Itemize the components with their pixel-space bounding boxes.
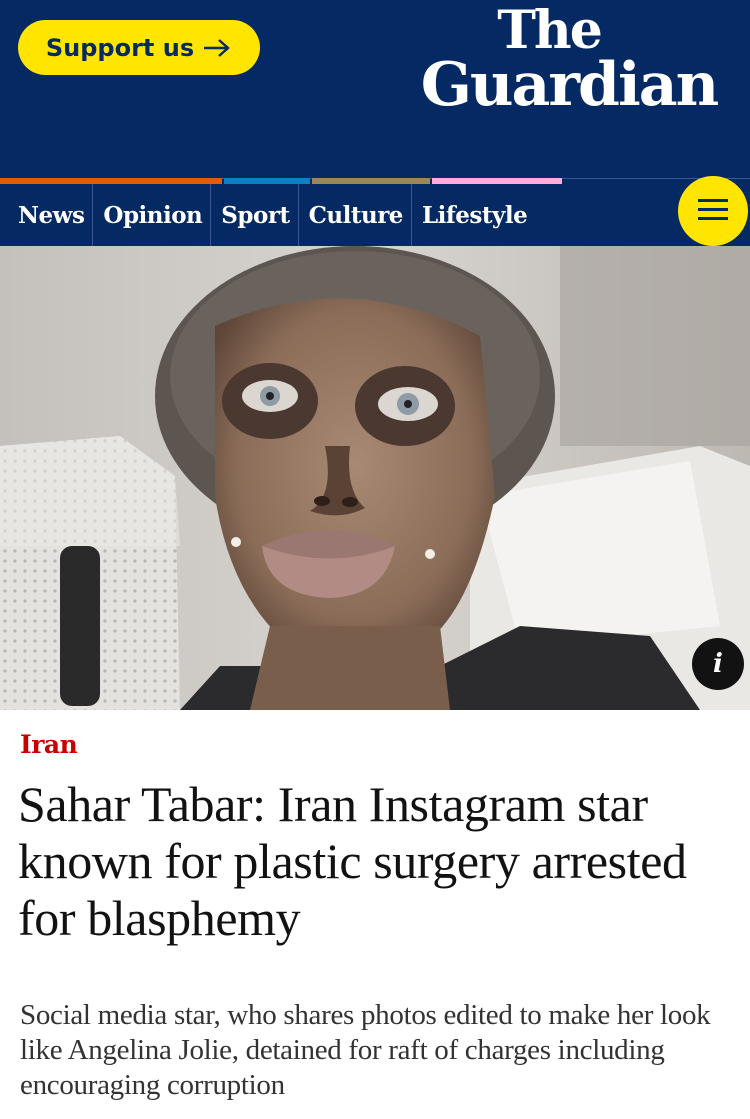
article-photo — [0, 246, 750, 710]
nav-item-lifestyle[interactable]: Lifestyle — [412, 184, 535, 246]
pillar-nav: News Opinion Sport Culture Lifestyle — [0, 184, 535, 246]
hamburger-icon — [696, 197, 730, 226]
nav-item-news[interactable]: News — [0, 184, 94, 246]
logo-guardian: Guardian — [420, 50, 720, 120]
logo-the: The — [497, 0, 603, 61]
article-headline: Sahar Tabar: Iran Instagram star known f… — [18, 776, 687, 946]
article-standfirst: Social media star, who shares photos edi… — [20, 999, 711, 1101]
menu-button[interactable] — [678, 176, 748, 246]
image-info-button[interactable]: i — [692, 638, 744, 690]
guardian-logo[interactable]: The Guardian — [404, 5, 734, 120]
nav-item-culture[interactable]: Culture — [299, 184, 412, 246]
info-icon: i — [713, 649, 723, 679]
support-us-button[interactable]: Support us — [18, 20, 260, 75]
arrow-right-icon — [202, 38, 232, 58]
nav-item-sport[interactable]: Sport — [211, 184, 299, 246]
support-us-label: Support us — [45, 33, 195, 62]
site-header: Support us The Guardian News Opinion Spo… — [0, 0, 750, 246]
section-kicker[interactable]: Iran — [20, 730, 78, 759]
nav-item-opinion[interactable]: Opinion — [93, 184, 212, 246]
